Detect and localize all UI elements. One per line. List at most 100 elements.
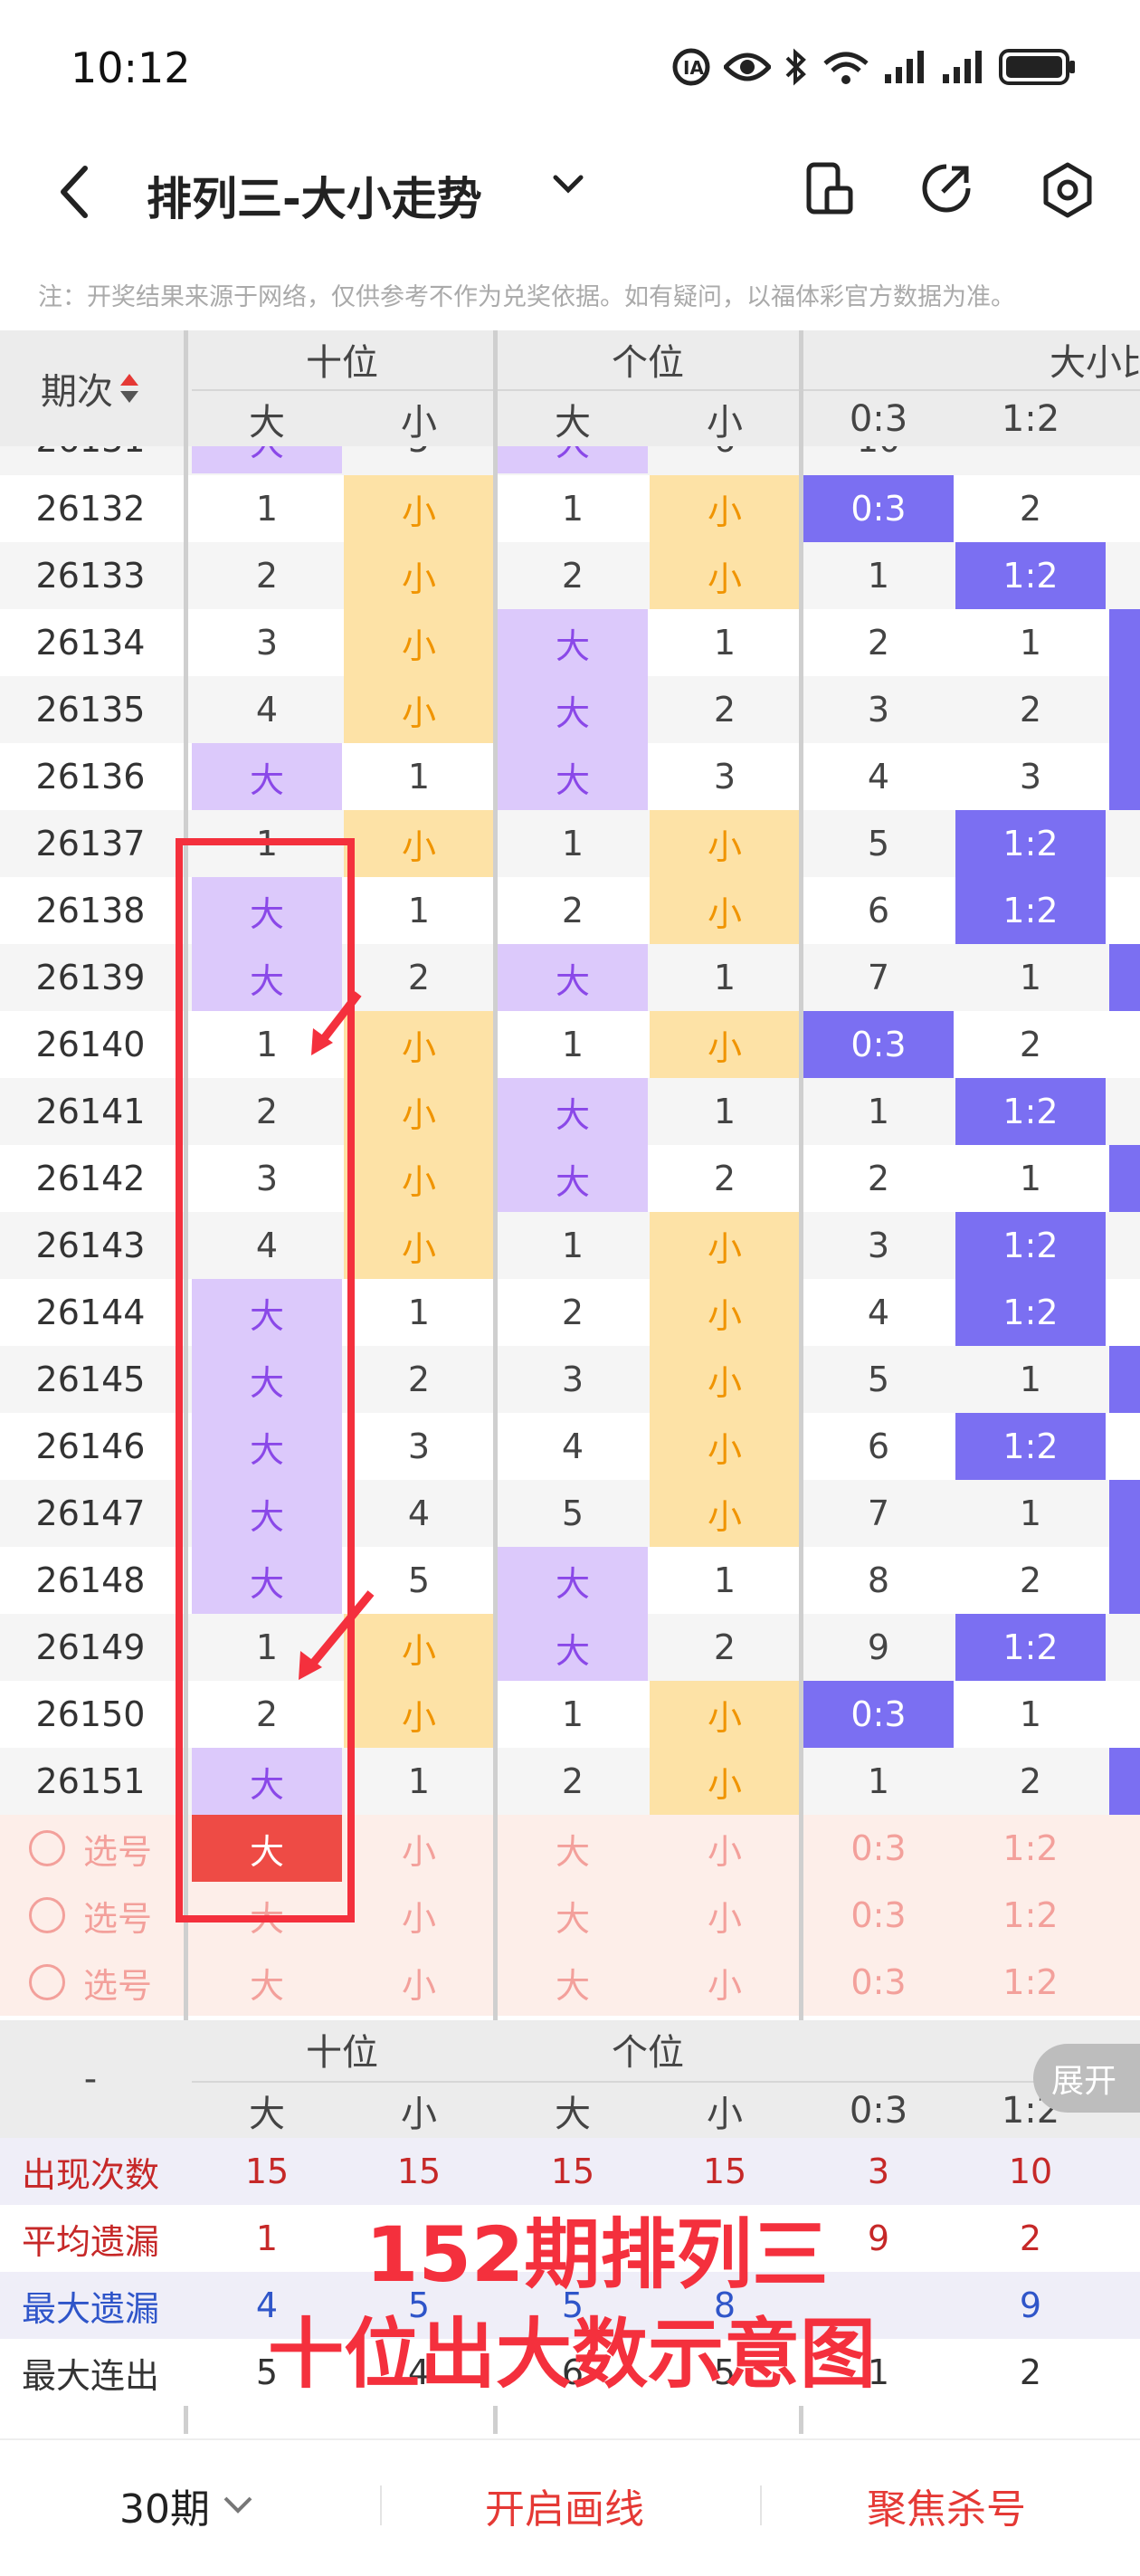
trend-cell: 2 [867,1159,890,1198]
trend-cell: 大 [192,1413,342,1480]
trend-cell: 小 [650,810,800,877]
stats-value: 2 [1019,2352,1042,2392]
pick-cell[interactable]: 0:3 [803,1882,954,1949]
table-row: 26132 1 小 1 小 0:3 2 [0,475,1140,542]
partial-cell: 6 [650,446,800,473]
ratio-edge-cell [1109,1212,1140,1279]
pick-cell[interactable]: 大 [192,1949,342,2016]
chevron-down-icon[interactable] [552,174,584,196]
col-tens-big: 大 [249,401,285,444]
ratio-edge-cell [1109,1547,1140,1614]
table-row: 26144 大 1 2 小 4 1:2 [0,1279,1140,1346]
pick-label[interactable]: 选号 [0,1815,181,1882]
trend-cell: 1:2 [955,1614,1106,1681]
pick-cell[interactable]: 大 [498,1882,648,1949]
trend-cell: 1 [255,1025,279,1064]
trend-cell: 3 [407,1426,431,1466]
period-header[interactable]: 期次 [0,330,181,446]
trend-cell: 2 [407,958,431,997]
pick-cell[interactable]: 小 [344,1882,494,1949]
period-count-selector[interactable]: 30期 [119,2476,253,2534]
stats-value: 2 [1019,2218,1042,2258]
pick-cell[interactable]: 小 [344,1815,494,1882]
settings-icon[interactable] [1040,161,1095,219]
trend-cell: 小 [650,1011,800,1078]
trend-cell: 8 [867,1560,890,1600]
ratio-edge-cell [1109,743,1140,810]
ratio-edge-cell [1109,1748,1140,1815]
trend-cell: 小 [650,1413,800,1480]
sort-icon[interactable] [119,370,140,406]
trend-cell: 大 [498,1547,648,1614]
pick-cell[interactable]: 0:3 [803,1949,954,2016]
trend-cell: 1:2 [955,1413,1106,1480]
trend-cell: 1 [1019,1694,1042,1734]
trend-cell: 2 [713,1627,736,1667]
partial-cell: 10 [803,446,954,473]
radio-icon[interactable] [28,1964,65,2000]
pick-cell[interactable]: 0:3 [803,1815,954,1882]
svg-text:IA: IA [683,57,704,79]
table-row: 26135 4 小大 2 3 2 [0,676,1140,743]
ones-group-header: 个位 [612,342,684,384]
page-title[interactable]: 排列三-大小走势 [147,163,482,228]
stats-label: 最大连出 [21,2355,159,2396]
phone-rotate-icon[interactable] [803,161,854,215]
trend-cell: 大 [498,1614,648,1681]
ratio-edge-cell [1109,1279,1140,1346]
trend-cell: 小 [344,542,494,609]
expand-button[interactable]: 展开 [1033,2044,1140,2113]
pick-cell[interactable]: 小 [650,1815,800,1882]
trend-cell: 小 [344,1681,494,1748]
focus-kill-button[interactable]: 聚焦杀号 [867,2476,1026,2534]
stats-col-header: 大 [249,2093,285,2135]
pick-cell[interactable]: 大 [498,1949,648,2016]
table-row: 26139 大 2 大 1 7 1 [0,944,1140,1011]
radio-icon[interactable] [28,1830,65,1866]
stats-col-header: 小 [401,2093,437,2135]
wifi-icon [823,52,869,84]
overlay-caption-line1: 152期排列三 [366,2210,829,2299]
radio-icon[interactable] [28,1897,65,1933]
trend-cell: 1 [867,556,890,596]
back-icon[interactable] [56,163,92,221]
pick-cell[interactable]: 大 [498,1815,648,1882]
pick-label[interactable]: 选号 [0,1949,181,2016]
trend-cell: 1 [713,623,736,663]
trend-cell: 2 [1019,1025,1042,1064]
ratio-group-header: 大小比 [1050,342,1140,384]
ratio-edge-cell [1109,475,1140,542]
table-row: 26146 大 3 4 小 6 1:2 [0,1413,1140,1480]
pick-cell[interactable]: 大 [192,1882,342,1949]
pick-cell[interactable]: 小 [650,1882,800,1949]
trend-cell: 1 [561,489,584,529]
share-icon[interactable] [919,161,974,215]
pick-cell[interactable]: 小 [650,1949,800,2016]
pick-cell[interactable]: 1:2 [955,1815,1106,1882]
trend-cell: 5 [561,1493,584,1533]
trend-cell: 3 [561,1360,584,1399]
pick-cell-selected[interactable]: 大 [192,1815,342,1882]
ratio-edge-cell [1109,1681,1140,1748]
ratio-edge-cell [1109,1614,1140,1681]
col-ratio-03: 0:3 [849,397,908,440]
trend-cell: 大 [498,1078,648,1145]
pick-label[interactable]: 选号 [0,1882,181,1949]
trend-cell: 大 [498,1145,648,1212]
period-cell: 26136 [35,757,146,797]
stats-ones-header: 个位 [612,2032,684,2074]
table-row: 26140 1 小 1 小 0:3 2 [0,1011,1140,1078]
pick-row: 选号大小大小 0:3 1:2 [0,1949,1140,2016]
table-row: 26141 2 小大 1 1 1:2 [0,1078,1140,1145]
trend-cell: 小 [650,1212,800,1279]
trend-cell: 1:2 [955,1212,1106,1279]
pick-cell[interactable]: 1:2 [955,1882,1106,1949]
trend-cell: 3 [713,757,736,797]
table-row: 26151 大 1 2 小 1 2 [0,1748,1140,1815]
pick-row: 选号大小大小 0:3 1:2 [0,1815,1140,1882]
trend-cell: 1 [561,1694,584,1734]
trend-cell: 6 [867,1426,890,1466]
pick-cell[interactable]: 小 [344,1949,494,2016]
pick-cell[interactable]: 1:2 [955,1949,1106,2016]
draw-line-button[interactable]: 开启画线 [485,2476,644,2534]
